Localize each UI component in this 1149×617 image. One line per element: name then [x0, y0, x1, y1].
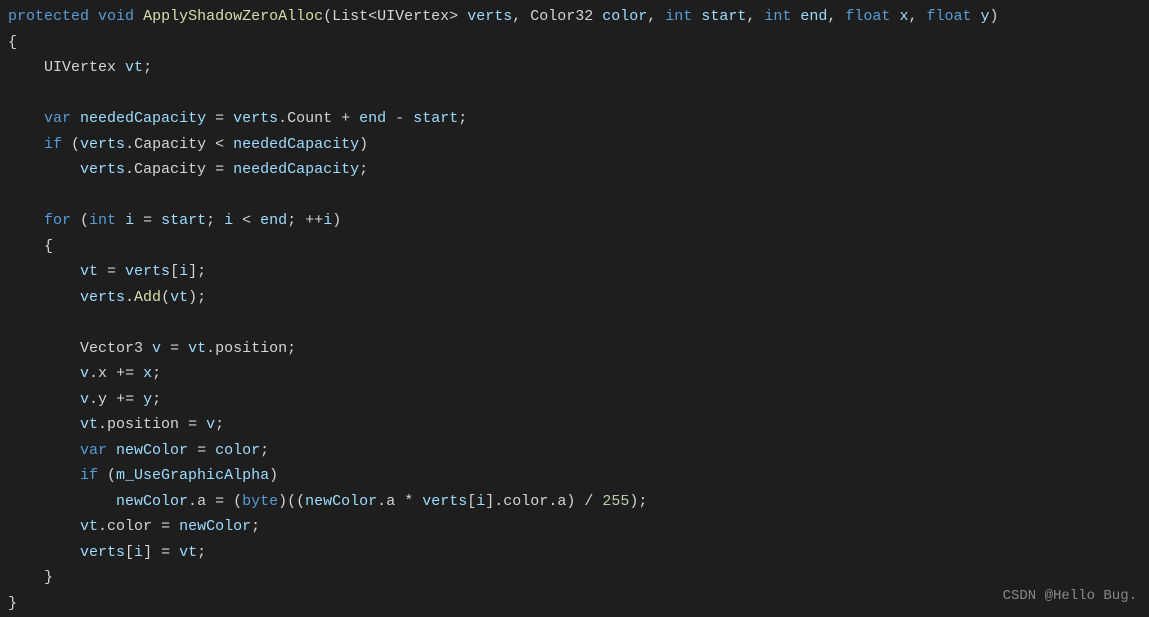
code-block: protected void ApplyShadowZeroAlloc(List… [8, 4, 1141, 616]
code-line-18: var newColor = color; [8, 438, 1141, 464]
code-line-14: Vector3 v = vt.position; [8, 336, 1141, 362]
code-line-21: vt.color = newColor; [8, 514, 1141, 540]
code-line-10: { [8, 234, 1141, 260]
code-line-3: UIVertex vt; [8, 55, 1141, 81]
code-line-20: newColor.a = (byte)((newColor.a * verts[… [8, 489, 1141, 515]
code-line-5: var neededCapacity = verts.Count + end -… [8, 106, 1141, 132]
watermark: CSDN @Hello Bug. [1003, 585, 1137, 609]
code-line-17: vt.position = v; [8, 412, 1141, 438]
code-line-11: vt = verts[i]; [8, 259, 1141, 285]
code-line-23: } [8, 565, 1141, 591]
code-line-2: { [8, 30, 1141, 56]
code-line-24: } [8, 591, 1141, 617]
code-line-4 [8, 81, 1141, 107]
code-line-16: v.y += y; [8, 387, 1141, 413]
code-line-9: for (int i = start; i < end; ++i) [8, 208, 1141, 234]
code-line-1: protected void ApplyShadowZeroAlloc(List… [8, 4, 1141, 30]
code-line-19: if (m_UseGraphicAlpha) [8, 463, 1141, 489]
code-line-7: verts.Capacity = neededCapacity; [8, 157, 1141, 183]
code-line-15: v.x += x; [8, 361, 1141, 387]
code-line-22: verts[i] = vt; [8, 540, 1141, 566]
code-line-13 [8, 310, 1141, 336]
code-line-6: if (verts.Capacity < neededCapacity) [8, 132, 1141, 158]
code-line-12: verts.Add(vt); [8, 285, 1141, 311]
code-line-8 [8, 183, 1141, 209]
